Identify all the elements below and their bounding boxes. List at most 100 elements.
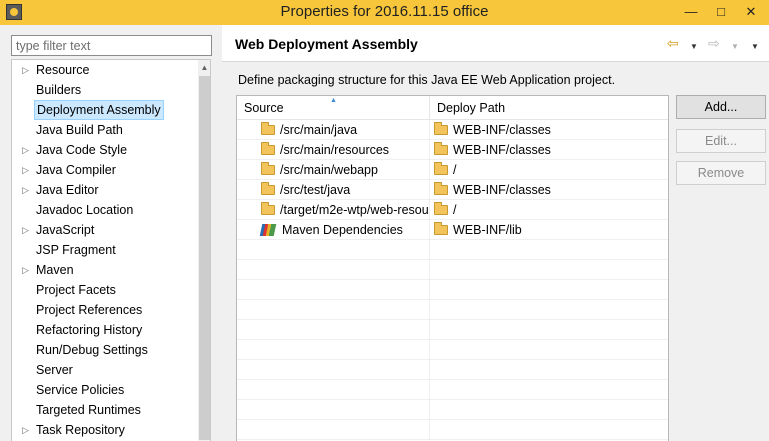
source-cell [237, 380, 430, 400]
table-row[interactable]: /src/main/resources WEB-INF/classes [237, 140, 668, 160]
scroll-up-arrow-icon[interactable]: ▲ [198, 63, 210, 73]
tree-item-label: Deployment Assembly [34, 100, 164, 120]
tree-item[interactable]: Run/Debug Settings [12, 340, 198, 360]
deploy-path-text: WEB-INF/classes [453, 123, 551, 137]
tree-item[interactable]: Deployment Assembly [12, 100, 198, 120]
tree-item[interactable]: ▷ Java Editor [12, 180, 198, 200]
table-row[interactable] [237, 280, 668, 300]
table-row[interactable] [237, 360, 668, 380]
tree-item[interactable]: ▷ JavaScript [12, 220, 198, 240]
tree-item-label: JavaScript [36, 223, 95, 237]
page-description: Define packaging structure for this Java… [238, 73, 616, 87]
edit-button[interactable]: Edit... [676, 129, 766, 153]
folder-icon [434, 121, 448, 135]
column-header-deploy-path[interactable]: Deploy Path [430, 96, 668, 120]
tree-item[interactable]: ▷ Java Compiler [12, 160, 198, 180]
deploy-path-cell: WEB-INF/classes [430, 120, 668, 140]
table-row[interactable]: /src/main/webapp / [237, 160, 668, 180]
folder-icon [434, 141, 448, 155]
expand-arrow-icon[interactable]: ▷ [22, 160, 32, 180]
deploy-path-cell [430, 280, 668, 300]
page-header: Web Deployment Assembly ⇦ ▼ ⇨ ▼ ▼ [222, 25, 769, 62]
tree-item[interactable]: Server [12, 360, 198, 380]
forward-menu-chevron-icon[interactable]: ▼ [731, 40, 739, 54]
folder-icon [434, 161, 448, 175]
folder-icon [261, 121, 275, 135]
expand-arrow-icon[interactable]: ▷ [22, 180, 32, 200]
source-cell [237, 360, 430, 380]
expand-arrow-icon[interactable]: ▷ [22, 420, 32, 440]
table-row[interactable] [237, 400, 668, 420]
deploy-path-cell [430, 300, 668, 320]
sort-ascending-icon: ▲ [330, 97, 337, 104]
table-row[interactable] [237, 260, 668, 280]
tree-item[interactable]: ▷ Task Repository [12, 420, 198, 440]
source-cell: /target/m2e-wtp/web-resources [237, 200, 430, 220]
tree-item[interactable]: Service Policies [12, 380, 198, 400]
tree-item-label: Server [36, 363, 73, 377]
table-header: Source ▲ Deploy Path [237, 96, 668, 120]
source-cell: /src/main/java [237, 120, 430, 140]
deploy-path-cell [430, 340, 668, 360]
tree-item[interactable]: Builders [12, 80, 198, 100]
table-row[interactable] [237, 420, 668, 440]
title-bar: Properties for 2016.11.15 office — □ ✕ [0, 0, 769, 25]
tree-scrollbar[interactable]: ▲ [198, 60, 210, 441]
property-tree: ▷ Resource Builders Deployment Assembly Java… [11, 59, 211, 441]
table-row[interactable] [237, 320, 668, 340]
tree-item[interactable]: Javadoc Location [12, 200, 198, 220]
deploy-path-cell: WEB-INF/classes [430, 180, 668, 200]
source-path-text: /src/main/webapp [280, 163, 378, 177]
source-cell: /src/main/resources [237, 140, 430, 160]
view-menu-icon[interactable]: ▼ [751, 40, 759, 54]
maximize-button[interactable]: □ [706, 0, 736, 25]
table-row[interactable]: Maven Dependencies WEB-INF/lib [237, 220, 668, 240]
tree-item[interactable]: ▷ Resource [12, 60, 198, 80]
page-title: Web Deployment Assembly [235, 36, 418, 52]
back-arrow-icon[interactable]: ⇦ [667, 36, 679, 50]
expand-arrow-icon[interactable]: ▷ [22, 60, 32, 80]
table-row[interactable] [237, 340, 668, 360]
filter-input[interactable] [11, 35, 212, 56]
deploy-path-cell: WEB-INF/lib [430, 220, 668, 240]
deploy-path-text: / [453, 203, 457, 217]
tree-item[interactable]: Project Facets [12, 280, 198, 300]
table-row[interactable] [237, 300, 668, 320]
tree-item-label: Run/Debug Settings [36, 343, 148, 357]
source-cell: Maven Dependencies [237, 220, 430, 240]
add-button[interactable]: Add... [676, 95, 766, 119]
expand-arrow-icon[interactable]: ▷ [22, 220, 32, 240]
tree-item-label: JSP Fragment [36, 243, 116, 257]
tree-item-label: Resource [36, 63, 90, 77]
tree-item[interactable]: Targeted Runtimes [12, 400, 198, 420]
folder-icon [261, 161, 275, 175]
tree-item[interactable]: ▷ Maven [12, 260, 198, 280]
table-row[interactable]: /src/test/java WEB-INF/classes [237, 180, 668, 200]
tree-item[interactable]: ▷ Java Code Style [12, 140, 198, 160]
tree-item[interactable]: Java Build Path [12, 120, 198, 140]
table-row[interactable]: /target/m2e-wtp/web-resources / [237, 200, 668, 220]
tree-item[interactable]: JSP Fragment [12, 240, 198, 260]
table-row[interactable] [237, 240, 668, 260]
minimize-button[interactable]: — [676, 0, 706, 25]
scroll-thumb[interactable] [199, 76, 210, 440]
tree-item-label: Builders [36, 83, 82, 97]
expand-arrow-icon[interactable]: ▷ [22, 260, 32, 280]
back-menu-chevron-icon[interactable]: ▼ [690, 40, 698, 54]
remove-button[interactable]: Remove [676, 161, 766, 185]
expand-arrow-icon[interactable]: ▷ [22, 140, 32, 160]
forward-arrow-icon[interactable]: ⇨ [708, 36, 720, 50]
close-button[interactable]: ✕ [736, 0, 766, 25]
tree-item-label: Maven [36, 263, 74, 277]
table-row[interactable] [237, 380, 668, 400]
source-cell: /src/test/java [237, 180, 430, 200]
table-row[interactable]: /src/main/java WEB-INF/classes [237, 120, 668, 140]
source-cell [237, 300, 430, 320]
source-cell [237, 280, 430, 300]
deploy-path-text: WEB-INF/lib [453, 223, 522, 237]
tree-item-label: Java Build Path [36, 123, 123, 137]
tree-item[interactable]: Refactoring History [12, 320, 198, 340]
folder-icon [434, 201, 448, 215]
deploy-path-cell [430, 400, 668, 420]
tree-item[interactable]: Project References [12, 300, 198, 320]
